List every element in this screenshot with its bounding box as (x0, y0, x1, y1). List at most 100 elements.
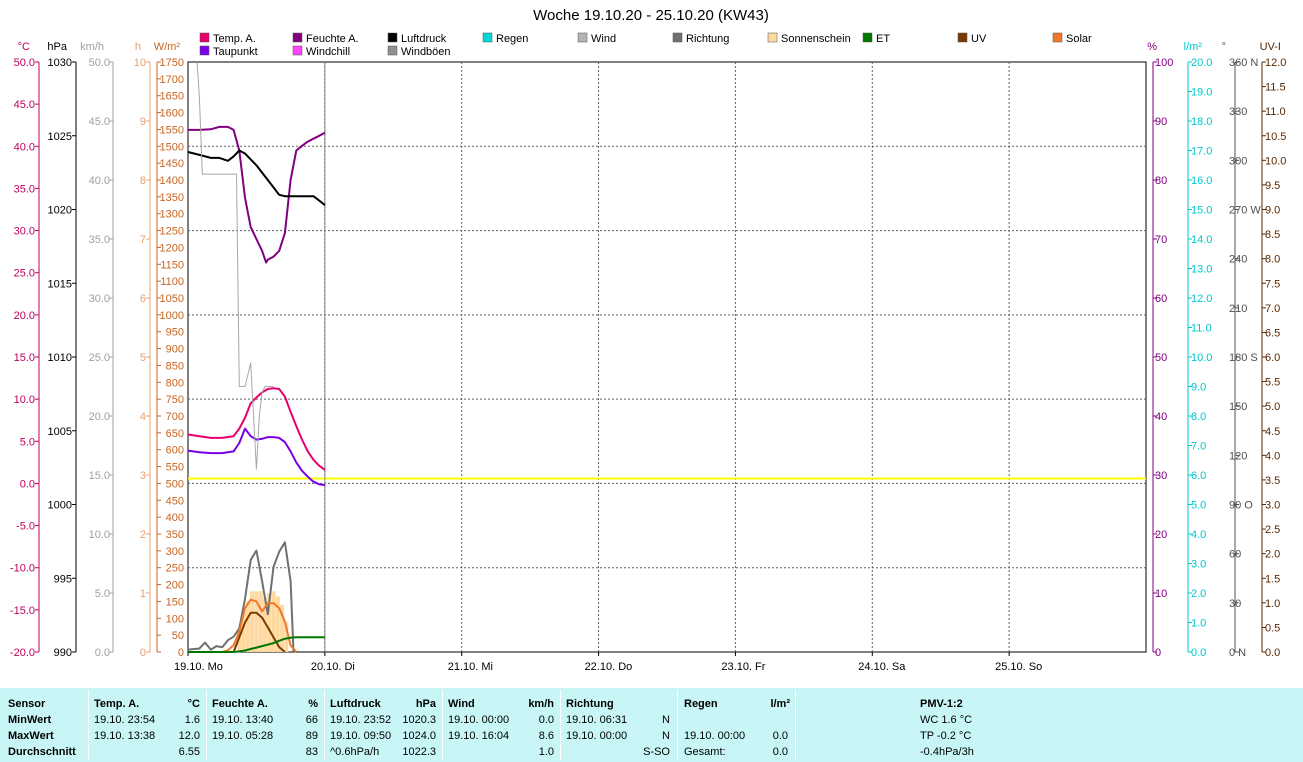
tick-label-uv: 11.5 (1265, 82, 1286, 94)
tick-label-direction: 270 W (1229, 205, 1261, 217)
legend-swatch (672, 32, 683, 43)
stats-pressure-trend: ^0.6hPa/h (330, 746, 380, 758)
stats-humidity-min-time: 19.10. 13:40 (212, 714, 274, 726)
tick-label-temp: 50.0 (14, 57, 35, 69)
legend-swatch (292, 45, 303, 56)
stats-unit-rain: l/m² (770, 698, 790, 710)
tick-label-direction: 60 (1229, 549, 1241, 561)
tick-label-humidity: 50 (1155, 352, 1167, 364)
tick-label-wind: 45.0 (89, 116, 110, 128)
tick-label-direction: 330 (1229, 106, 1247, 118)
tick-label-rain: 20.0 (1191, 57, 1212, 69)
unit-direction: ° (1222, 41, 1226, 53)
tick-label-wind: 10.0 (89, 529, 110, 541)
unit-solar: W/m² (154, 41, 181, 53)
stats-temp-min: 1.6 (184, 714, 200, 726)
tick-label-solar: 450 (166, 495, 184, 507)
tick-label-rain: 12.0 (1191, 293, 1212, 305)
stats-header-pressure: Luftdruck (330, 698, 381, 710)
tick-label-uv: 1.5 (1265, 573, 1280, 585)
tick-label-humidity: 10 (1155, 588, 1167, 600)
tick-label-solar: 1650 (160, 91, 184, 103)
stats-humidity-min: 66 (305, 714, 318, 726)
legend-swatch (1052, 32, 1063, 43)
tick-label-solar: 850 (166, 360, 184, 372)
stats-pressure-min-time: 19.10. 23:52 (330, 714, 392, 726)
legend-label: Wind (591, 33, 616, 45)
tick-label-direction: 240 (1229, 254, 1247, 266)
stats-header-sensor: Sensor (8, 698, 46, 710)
unit-rain: l/m² (1184, 41, 1203, 53)
tick-label-pressure: 1000 (48, 500, 72, 512)
stats-temp-avg: 6.55 (178, 746, 200, 758)
statistics-panel: Sensor MinWert MaxWert Durchschnitt Temp… (0, 688, 1303, 762)
tick-label-solar: 700 (166, 411, 184, 423)
tick-label-solar: 1200 (160, 242, 184, 254)
stats-direction-max-time: 19.10. 00:00 (566, 730, 628, 742)
tick-label-humidity: 70 (1155, 234, 1167, 246)
stats-wind-avg: 1.0 (538, 746, 554, 758)
tick-label-pressure: 1030 (48, 57, 72, 69)
legend-swatch (199, 32, 210, 43)
tick-label-solar: 100 (166, 613, 184, 625)
tick-label-uv: 5.5 (1265, 377, 1280, 389)
tick-label-wind: 50.0 (89, 57, 110, 69)
stats-pressure-max: 1024.0 (402, 730, 436, 742)
tick-label-direction: 360 N (1229, 57, 1258, 69)
tick-label-humidity: 60 (1155, 293, 1167, 305)
tick-label-pressure: 990 (54, 647, 72, 659)
x-tick-label: 19.10. Mo (174, 661, 223, 673)
tick-label-solar: 400 (166, 512, 184, 524)
tick-label-temp: 0.0 (20, 478, 35, 490)
tick-label-humidity: 0 (1155, 647, 1161, 659)
tick-label-humidity: 30 (1155, 470, 1167, 482)
tick-label-uv: 4.0 (1265, 450, 1280, 462)
tick-label-solar: 1150 (160, 259, 184, 271)
x-tick-label: 24.10. Sa (858, 661, 906, 673)
stats-row-max: MaxWert (8, 730, 54, 742)
tick-label-uv: 3.0 (1265, 500, 1280, 512)
legend-swatch (577, 32, 588, 43)
stats-humidity-avg: 83 (305, 746, 318, 758)
tick-label-sun: 1 (140, 588, 146, 600)
tick-label-temp: -10.0 (10, 563, 35, 575)
tick-label-rain: 11.0 (1191, 323, 1212, 335)
tick-label-sun: 0 (140, 647, 146, 659)
tick-label-uv: 11.0 (1265, 106, 1286, 118)
tick-label-pressure: 1020 (48, 205, 72, 217)
tick-label-sun: 6 (140, 293, 146, 305)
tick-label-sun: 8 (140, 175, 146, 187)
chart-title: Woche 19.10.20 - 25.10.20 (KW43) (533, 7, 769, 24)
tick-label-solar: 1100 (160, 276, 184, 288)
tick-label-solar: 500 (166, 478, 184, 490)
tick-label-direction: 210 (1229, 303, 1247, 315)
tick-label-solar: 1450 (160, 158, 184, 170)
legend-label: Solar (1066, 33, 1092, 45)
plot-frame (187, 61, 1147, 653)
tick-label-sun: 7 (140, 234, 146, 246)
tick-label-temp: 35.0 (14, 183, 35, 195)
x-tick-label: 25.10. So (995, 661, 1042, 673)
tick-label-direction: 90 O (1229, 500, 1253, 512)
stats-direction-min: N (662, 714, 670, 726)
tick-label-uv: 2.0 (1265, 549, 1280, 561)
x-tick-label: 20.10. Di (311, 661, 355, 673)
tick-label-solar: 1500 (160, 141, 184, 153)
stats-rain-total-label: Gesamt: (684, 746, 726, 758)
tick-label-rain: 1.0 (1191, 618, 1206, 630)
tick-label-uv: 10.5 (1265, 131, 1286, 143)
stats-pmv-tp: TP -0.2 °C (920, 730, 972, 742)
tick-label-temp: 25.0 (14, 268, 35, 280)
plot-area (187, 61, 1147, 653)
tick-label-rain: 0.0 (1191, 647, 1206, 659)
unit-temp: °C (18, 41, 30, 53)
tick-label-rain: 8.0 (1191, 411, 1206, 423)
legend-label: Feuchte A. (306, 33, 359, 45)
tick-label-rain: 7.0 (1191, 441, 1206, 453)
unit-sun: h (135, 41, 141, 53)
tick-label-solar: 1300 (160, 209, 184, 221)
x-tick-label: 23.10. Fr (721, 661, 765, 673)
legend-swatch (767, 32, 778, 43)
tick-label-solar: 1050 (160, 293, 184, 305)
legend-label: ET (876, 33, 890, 45)
